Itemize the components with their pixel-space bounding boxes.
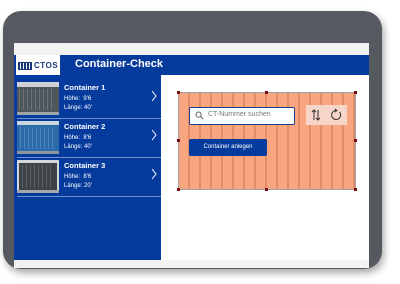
list-item-container-3[interactable]: Container 3 Höhe: 8'6 Länge: 20' [17,158,161,197]
container-2-length: Länge: 40' [64,144,92,150]
selection-handle [265,91,268,94]
selection-handle [265,188,268,191]
container-2-height: Höhe: 8'6 [64,135,92,141]
app-header: CTOS Container-Check [14,55,369,75]
search-icon [195,111,204,120]
container-3-height: Höhe: 8'6 [64,174,92,180]
ctos-logo: CTOS [16,55,60,75]
page-title: Container-Check [75,58,164,70]
sort-arrows-icon [311,109,321,121]
list-item-container-2[interactable]: Container 2 Höhe: 8'6 Länge: 40' [17,119,161,158]
container-1-length: Länge: 40' [64,105,92,111]
selection-handle [177,91,180,94]
tool-panel [306,105,347,125]
chevron-right-icon [151,90,157,102]
container-3-length: Länge: 20' [64,183,92,189]
selection-handle [354,139,357,142]
list-item-container-1[interactable]: Container 1 Höhe: 9'6 Länge: 40' [17,80,161,119]
main-panel: CT-Nummer suchen Container anlegen [161,75,369,260]
app-screen: CTOS Container-Check Container 1 Höhe: 9… [14,43,369,268]
refresh-icon [331,108,342,120]
container-3-thumbnail [17,160,59,193]
container-1-height: Höhe: 9'6 [64,96,92,102]
chevron-right-icon [151,129,157,141]
bottom-strip [14,260,369,268]
logo-text: CTOS [33,60,59,70]
chevron-right-icon [151,168,157,180]
selection-handle [354,188,357,191]
container-2-name: Container 2 [64,122,106,131]
container-1-name: Container 1 [64,83,106,92]
add-container-button[interactable]: Container anlegen [189,139,267,156]
sort-button[interactable] [309,108,323,122]
search-placeholder: CT-Nummer suchen [208,111,271,118]
container-1-thumbnail [17,82,59,115]
refresh-button[interactable] [329,108,343,122]
search-input[interactable]: CT-Nummer suchen [189,107,295,125]
container-3-name: Container 3 [64,161,106,170]
tablet-frame: CTOS Container-Check Container 1 Höhe: 9… [3,11,382,269]
status-strip [14,43,369,55]
container-background: CT-Nummer suchen Container anlegen [177,91,357,191]
container-logo-icon [17,61,32,70]
selection-handle [177,188,180,191]
selection-handle [354,91,357,94]
container-2-thumbnail [17,121,59,154]
container-list: Container 1 Höhe: 9'6 Länge: 40' Contain… [14,75,161,260]
selection-handle [177,139,180,142]
